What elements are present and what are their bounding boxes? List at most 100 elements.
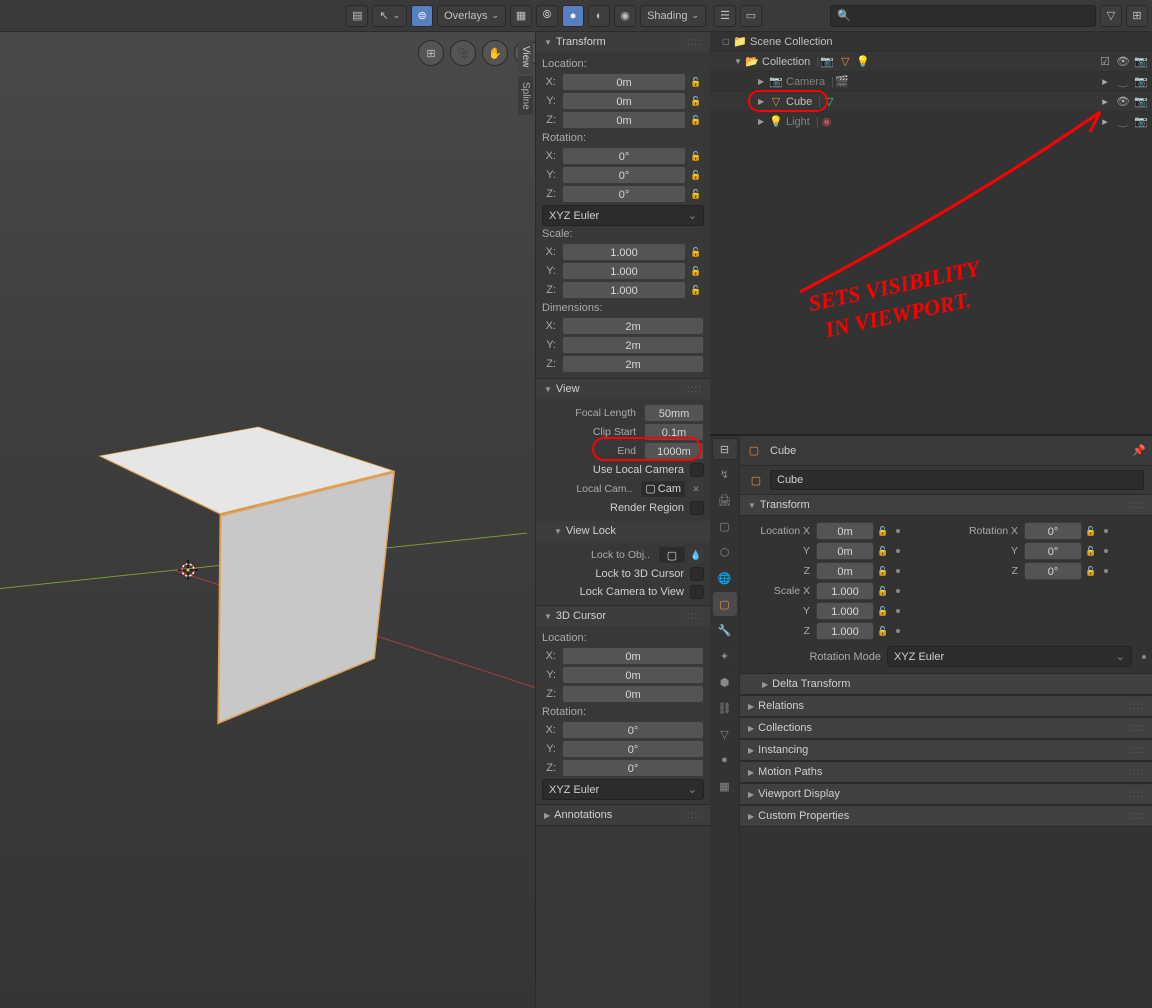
- lock-icon[interactable]: 🔓: [688, 148, 704, 164]
- lock-icon[interactable]: 🔓: [1084, 564, 1098, 578]
- tab-particles[interactable]: ✦: [713, 644, 737, 668]
- tab-scene[interactable]: ⬡: [713, 540, 737, 564]
- location-x[interactable]: 0m: [562, 73, 686, 91]
- prop-panel-transform[interactable]: Transform::::: [740, 494, 1152, 516]
- eyedropper-icon[interactable]: 💧: [688, 547, 704, 563]
- tab-world[interactable]: 🌐: [713, 566, 737, 590]
- object-name-field[interactable]: Cube: [770, 470, 1144, 490]
- prop-rot-z[interactable]: 0°: [1024, 562, 1082, 580]
- overlays-menu[interactable]: Overlays: [437, 5, 506, 27]
- arrow-icon[interactable]: ▸: [1098, 115, 1112, 129]
- lock-icon[interactable]: 🔓: [688, 244, 704, 260]
- tab-constraints[interactable]: ⛓: [713, 696, 737, 720]
- lock-icon[interactable]: 🔓: [876, 584, 890, 598]
- pin-icon[interactable]: 📌: [1132, 444, 1146, 457]
- tab-viewlayer[interactable]: ▢: [713, 514, 737, 538]
- rotation-x[interactable]: 0°: [562, 147, 686, 165]
- render-icon[interactable]: 📷: [1134, 75, 1148, 89]
- tree-camera[interactable]: ▶ 📷 Camera | 🎬 ▸ ⏝ 📷: [710, 72, 1152, 92]
- lock-icon[interactable]: 🔓: [876, 524, 890, 538]
- lock-icon[interactable]: 🔓: [688, 74, 704, 90]
- outliner-type-icon[interactable]: ☰: [714, 5, 736, 27]
- prop-panel-delta[interactable]: Delta Transform: [740, 673, 1152, 695]
- gizmo-menu[interactable]: ↖: [372, 5, 407, 27]
- prop-scale-z[interactable]: 1.000: [816, 622, 874, 640]
- eye-closed-icon[interactable]: ⏝: [1116, 115, 1130, 129]
- prop-loc-y[interactable]: 0m: [816, 542, 874, 560]
- scale-x[interactable]: 1.000: [562, 243, 686, 261]
- dim-z[interactable]: 2m: [562, 355, 704, 373]
- matprev-icon[interactable]: ◐: [588, 5, 610, 27]
- outliner-search[interactable]: 🔍: [830, 5, 1096, 27]
- focal-length[interactable]: 50mm: [644, 404, 704, 422]
- solid-icon[interactable]: ●: [562, 5, 584, 27]
- cursor-rx[interactable]: 0°: [562, 721, 704, 739]
- lock-icon[interactable]: 🔓: [1084, 544, 1098, 558]
- lock-icon[interactable]: 🔓: [688, 112, 704, 128]
- cursor-ry[interactable]: 0°: [562, 740, 704, 758]
- cursor-y[interactable]: 0m: [562, 666, 704, 684]
- arrow-icon[interactable]: ▸: [1098, 75, 1112, 89]
- rot-mode-select[interactable]: XYZ Euler: [887, 646, 1132, 667]
- dim-x[interactable]: 2m: [562, 317, 704, 335]
- viewport-3d[interactable]: ▤ ↖ ⊜ Overlays ▦ ⦾ ● ◐ ◉ Shading ⊞ 🎥 ✋ 🔍…: [0, 0, 710, 1008]
- editor-type-icon[interactable]: ▤: [346, 5, 368, 27]
- prop-rot-x[interactable]: 0°: [1024, 522, 1082, 540]
- location-z[interactable]: 0m: [562, 111, 686, 129]
- prop-panel-custom[interactable]: Custom Properties::::: [740, 805, 1152, 827]
- clip-start[interactable]: 0.1m: [644, 423, 704, 441]
- tab-view[interactable]: View: [518, 40, 533, 74]
- eye-icon[interactable]: 👁: [1116, 55, 1130, 69]
- tab-material[interactable]: ●: [713, 748, 737, 772]
- overlay-toggle[interactable]: ⊜: [411, 5, 433, 27]
- cursor-rz[interactable]: 0°: [562, 759, 704, 777]
- panel-view[interactable]: View::::: [536, 379, 710, 399]
- cube-mesh[interactable]: [60, 440, 340, 720]
- lock-icon[interactable]: 🔓: [876, 564, 890, 578]
- tree-light[interactable]: ▶ 💡 Light | ◉ ▸ ⏝ 📷: [710, 112, 1152, 132]
- render-icon[interactable]: 📷: [1134, 55, 1148, 69]
- prop-panel-viewport-display[interactable]: Viewport Display::::: [740, 783, 1152, 805]
- rotation-mode-select[interactable]: XYZ Euler: [542, 205, 704, 226]
- tab-output[interactable]: 🖨: [713, 488, 737, 512]
- cursor-x[interactable]: 0m: [562, 647, 704, 665]
- render-region-checkbox[interactable]: [690, 501, 704, 515]
- prop-panel-collections[interactable]: Collections::::: [740, 717, 1152, 739]
- panel-transform[interactable]: Transform::::: [536, 32, 710, 52]
- tab-data[interactable]: ▽: [713, 722, 737, 746]
- tab-render[interactable]: ↯: [713, 462, 737, 486]
- render-icon[interactable]: 📷: [1134, 95, 1148, 109]
- grid-icon[interactable]: ⊞: [418, 40, 444, 66]
- lock-cam-checkbox[interactable]: [690, 585, 704, 599]
- tab-spline[interactable]: Spline: [518, 76, 533, 116]
- lock-icon[interactable]: 🔓: [876, 544, 890, 558]
- prop-rot-y[interactable]: 0°: [1024, 542, 1082, 560]
- render-icon[interactable]: 📷: [1134, 115, 1148, 129]
- tree-collection[interactable]: ▼ 📂 Collection | 📷 ▽ 💡 ☑ 👁 📷: [710, 52, 1152, 72]
- new-collection-icon[interactable]: ⊞: [1126, 5, 1148, 27]
- lock-icon[interactable]: 🔓: [688, 167, 704, 183]
- pan-icon[interactable]: ✋: [482, 40, 508, 66]
- lock-icon[interactable]: 🔓: [688, 93, 704, 109]
- clear-icon[interactable]: ✕: [688, 481, 704, 497]
- lock-icon[interactable]: 🔓: [876, 624, 890, 638]
- props-type-icon[interactable]: ⊟: [712, 438, 738, 460]
- eye-icon[interactable]: 👁: [1116, 95, 1130, 109]
- prop-scale-x[interactable]: 1.000: [816, 582, 874, 600]
- tab-texture[interactable]: ▦: [713, 774, 737, 798]
- scale-y[interactable]: 1.000: [562, 262, 686, 280]
- checkbox-icon[interactable]: ☑: [1098, 55, 1112, 69]
- lock-icon[interactable]: 🔓: [876, 604, 890, 618]
- lock-cursor-checkbox[interactable]: [690, 567, 704, 581]
- scale-z[interactable]: 1.000: [562, 281, 686, 299]
- tab-object[interactable]: ▢: [713, 592, 737, 616]
- panel-annotations[interactable]: Annotations::::: [536, 805, 710, 825]
- tab-physics[interactable]: ⬢: [713, 670, 737, 694]
- arrow-icon[interactable]: ▸: [1098, 95, 1112, 109]
- cursor-rot-mode[interactable]: XYZ Euler: [542, 779, 704, 800]
- lock-obj-field[interactable]: ▢: [658, 546, 686, 564]
- xray-icon[interactable]: ▦: [510, 5, 532, 27]
- rotation-z[interactable]: 0°: [562, 185, 686, 203]
- camera-nav-icon[interactable]: 🎥: [450, 40, 476, 66]
- prop-loc-z[interactable]: 0m: [816, 562, 874, 580]
